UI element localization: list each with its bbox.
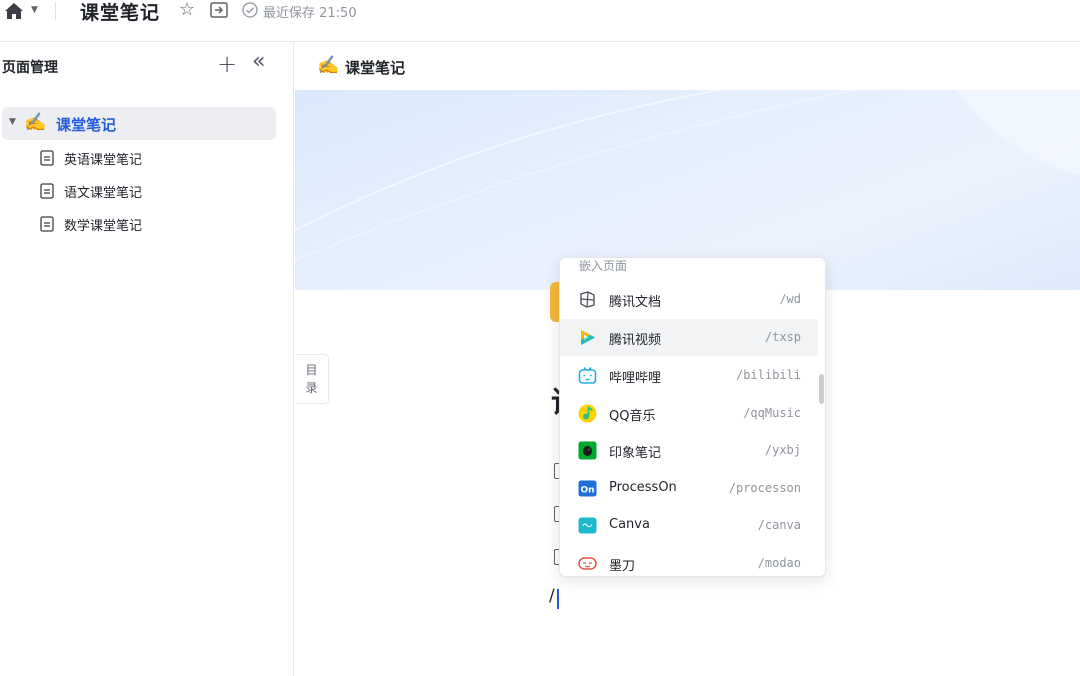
menu-item-command: /qqMusic [743,406,801,420]
collapse-sidebar-icon[interactable]: « [252,50,265,74]
doc-title[interactable]: 课堂笔记 [80,0,160,25]
menu-item-command: /bilibili [735,368,801,382]
menu-item-processon[interactable]: On ProcessOn /processon [560,470,818,507]
menu-item-command: /canva [757,518,801,532]
menu-item-tencent-video[interactable]: 腾讯视频 /txsp [560,319,818,356]
menu-item-modao[interactable]: 墨刀 /modao [560,545,818,576]
sidebar-item-label: 数学课堂笔记 [64,219,143,234]
save-status: 最近保存 21:50 [263,6,357,21]
document-icon [40,150,54,166]
tencent-video-icon [581,330,595,345]
menu-item-label: 腾讯文档 [609,295,662,310]
toc-toggle[interactable]: 目录 [295,354,329,404]
menu-item-qq-music[interactable]: QQ音乐 /qqMusic [560,395,818,432]
star-icon[interactable]: ☆ [179,0,195,20]
document-icon [40,216,54,232]
svg-text:On: On [580,486,594,496]
menu-scrollbar[interactable] [819,374,824,404]
saved-check-icon [242,2,258,18]
canva-icon [578,517,597,534]
menu-item-canva[interactable]: Canva /canva [560,507,818,544]
tree-expand-icon[interactable]: ▼ [9,117,16,127]
sidebar-item-english[interactable]: 英语课堂笔记 [38,147,278,169]
menu-item-command: /processon [728,481,801,495]
chevron-down-icon[interactable]: ▼ [31,5,38,15]
sidebar-title: 页面管理 [2,60,58,76]
sidebar-item-label: 语文课堂笔记 [64,186,143,201]
menu-item-label: QQ音乐 [609,409,656,424]
menu-item-command: /yxbj [764,443,801,457]
menu-item-command: /txsp [764,330,801,344]
menu-item-label: 腾讯视频 [609,333,662,348]
menu-item-bilibili[interactable]: 哔哩哔哩 /bilibili [560,357,818,394]
modao-icon [578,557,597,570]
menu-item-label: ProcessOn [609,480,677,495]
sidebar-item-label: 英语课堂笔记 [64,153,143,168]
sidebar-item-chinese[interactable]: 语文课堂笔记 [38,180,278,202]
home-icon[interactable] [4,2,24,20]
menu-item-command: /modao [757,556,801,570]
menu-item-command: /wd [779,292,801,306]
sidebar-item-root[interactable]: ▼ ✍️ 课堂笔记 [2,107,276,140]
toolbar-divider [55,2,56,20]
tencent-docs-icon [580,291,595,308]
text-cursor [557,589,559,609]
processon-icon: On [578,480,597,497]
move-to-icon[interactable] [210,2,228,18]
bilibili-icon [578,367,597,384]
menu-item-label: Canva [609,517,650,532]
menu-item-evernote[interactable]: 印象笔记 /yxbj [560,432,818,469]
evernote-icon [578,441,597,460]
sidebar-item-math[interactable]: 数学课堂笔记 [38,213,278,235]
menu-item-label: 哔哩哔哩 [609,371,662,386]
add-page-icon[interactable]: + [217,52,237,76]
breadcrumb: ✍️ 课堂笔记 [295,42,1080,90]
top-bar: ▼ 课堂笔记 ☆ 最近保存 21:50 [0,0,1080,42]
qq-music-icon [578,404,597,423]
embed-menu: 嵌入页面 腾讯文档 /wd 腾讯视频 /txsp 哔哩哔哩 /bilibili [559,257,826,577]
menu-section-header: 嵌入页面 [579,259,628,273]
breadcrumb-title[interactable]: 课堂笔记 [345,57,405,78]
sidebar-item-label: 课堂笔记 [56,116,117,134]
typed-slash[interactable]: / [549,586,555,606]
menu-item-tencent-docs[interactable]: 腾讯文档 /wd [560,281,818,318]
writing-hand-icon: ✍️ [317,55,340,76]
writing-hand-icon: ✍️ [24,112,47,133]
menu-item-label: 印象笔记 [609,446,662,461]
menu-item-label: 墨刀 [609,559,636,574]
document-icon [40,183,54,199]
sidebar: 页面管理 + « ▼ ✍️ 课堂笔记 英语课堂笔记 语文课堂笔记 数学课堂笔记 [0,42,294,676]
